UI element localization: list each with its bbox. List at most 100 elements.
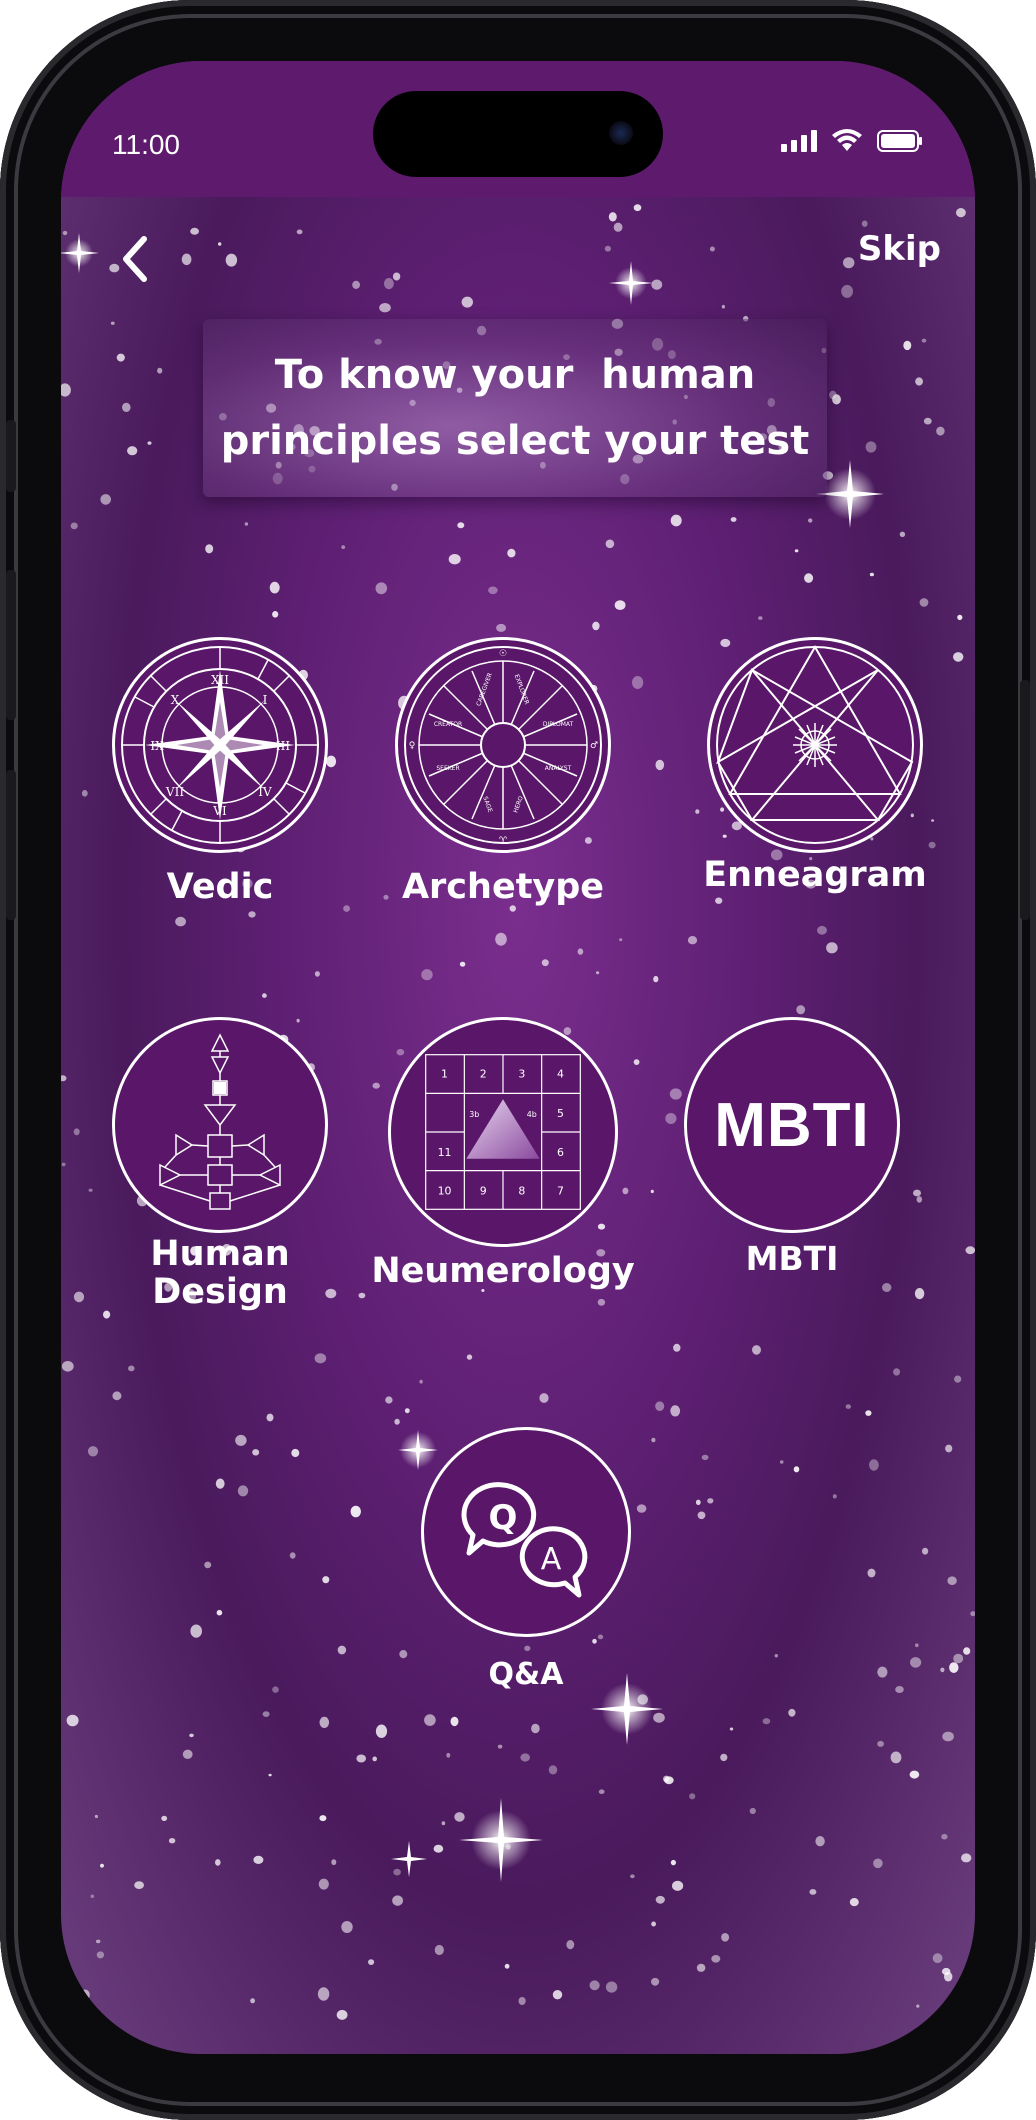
star-dot xyxy=(552,1990,563,2000)
star-dot xyxy=(953,1653,964,1664)
star-dot xyxy=(496,623,507,632)
grid-number: 4b xyxy=(527,1110,537,1119)
star-dot xyxy=(843,257,855,269)
skip-button[interactable]: Skip xyxy=(858,229,941,269)
test-option-mbti[interactable]: MBTI MBTI xyxy=(682,1017,902,1279)
star-dot xyxy=(112,1391,122,1401)
grid-number: 2 xyxy=(480,1067,487,1080)
status-icons xyxy=(781,129,923,153)
star-dot xyxy=(457,522,465,529)
back-button[interactable] xyxy=(105,229,165,289)
star-dot xyxy=(225,253,238,267)
star-dot xyxy=(289,1552,296,1559)
star-dot xyxy=(383,894,389,900)
star-dot xyxy=(913,1189,921,1197)
star-dot xyxy=(809,1889,817,1895)
star-dot xyxy=(826,942,838,954)
grid-number: 3b xyxy=(469,1110,479,1119)
grid-number: 11 xyxy=(438,1146,452,1159)
star-dot xyxy=(80,1989,90,2001)
star-dot xyxy=(566,1940,575,1950)
human-design-label-line-1: Human xyxy=(150,1234,290,1274)
star-dot xyxy=(399,1650,408,1659)
star-dot xyxy=(322,1576,330,1584)
svg-text:SAGE: SAGE xyxy=(481,796,493,814)
star-dot xyxy=(352,280,360,289)
star-dot xyxy=(291,1448,300,1458)
star-dot xyxy=(695,1499,701,1506)
star-dot xyxy=(697,1511,706,1520)
star-dot xyxy=(749,1807,756,1815)
star-dot xyxy=(788,1708,796,1717)
star-dot xyxy=(61,1162,66,1167)
star-dot xyxy=(182,1749,193,1760)
svg-text:♈: ♈ xyxy=(499,836,508,846)
star-dot xyxy=(424,1714,436,1726)
star-dot xyxy=(520,1753,530,1762)
svg-text:I: I xyxy=(263,693,268,707)
star-dot xyxy=(715,897,723,904)
star-dot xyxy=(940,1667,945,1673)
test-option-human-design[interactable]: Human Design xyxy=(110,1017,330,1311)
svg-text:IV: IV xyxy=(258,785,272,799)
star-dot xyxy=(721,1933,730,1942)
star-dot xyxy=(669,1088,682,1100)
star-dot xyxy=(921,338,927,343)
star-dot xyxy=(392,1895,403,1906)
star-dot xyxy=(337,1645,347,1655)
test-option-enneagram[interactable]: Enneagram xyxy=(703,637,927,895)
star-dot xyxy=(272,611,279,618)
qa-letter-q: Q xyxy=(489,1498,518,1538)
star-dot xyxy=(650,1189,654,1194)
star-dot xyxy=(877,1740,884,1747)
numerology-grid-icon: 1 2 3 4 3b 4b 5 11 6 10 9 8 7 xyxy=(425,1054,581,1210)
star-dot xyxy=(721,304,726,309)
star-dot xyxy=(614,600,626,610)
star-dot xyxy=(358,1292,366,1299)
banner-line-1: To know your human xyxy=(274,352,756,398)
archetype-circle: CAREGIVER EXPLORER DIPLOMAT ANALYST CREA… xyxy=(395,637,611,853)
star-dot xyxy=(923,417,932,425)
star-dot xyxy=(215,1478,225,1489)
test-option-archetype[interactable]: CAREGIVER EXPLORER DIPLOMAT ANALYST CREA… xyxy=(393,637,613,907)
test-option-neumerology[interactable]: 1 2 3 4 3b 4b 5 11 6 10 9 8 7 Neumerolog… xyxy=(371,1017,635,1291)
star-dot xyxy=(466,1354,473,1360)
mbti-label: MBTI xyxy=(745,1239,839,1278)
star-dot xyxy=(832,1494,837,1499)
star-dot xyxy=(539,1393,549,1403)
star-dot xyxy=(343,905,350,912)
star-dot xyxy=(161,1815,168,1821)
star-dot xyxy=(605,1981,618,1993)
star-dot xyxy=(189,1733,194,1738)
star-dot xyxy=(953,652,964,662)
star-dot xyxy=(633,1059,640,1065)
star-dot xyxy=(61,383,71,397)
star-dot xyxy=(592,621,600,631)
star-dot xyxy=(936,426,945,436)
star-dot xyxy=(385,1396,393,1404)
enneagram-circle xyxy=(707,637,923,853)
star-dot xyxy=(190,227,200,235)
star-dot xyxy=(931,819,935,822)
star-dot xyxy=(598,1789,605,1794)
star-dot xyxy=(168,1838,176,1844)
star-dot xyxy=(608,212,617,222)
star-dot xyxy=(157,367,163,374)
star-dot xyxy=(796,1005,806,1015)
star-dot xyxy=(90,1894,95,1899)
star-dot xyxy=(711,1955,721,1963)
star-dot xyxy=(655,1895,665,1904)
star-dot xyxy=(331,1859,337,1866)
star-dot xyxy=(100,1863,104,1868)
star-dot xyxy=(689,1793,696,1800)
star-dot xyxy=(882,1283,892,1292)
star-dot xyxy=(729,1727,734,1731)
test-option-qa[interactable]: Q A Q&A xyxy=(416,1427,636,1695)
star-dot xyxy=(235,1434,247,1446)
volume-up-button xyxy=(6,570,16,720)
star-dot xyxy=(651,279,663,290)
star-dot xyxy=(909,1770,920,1779)
star-dot xyxy=(268,1773,272,1777)
test-option-vedic[interactable]: XIIIIII IVVIVII IXX Vedic xyxy=(110,637,330,907)
star-dot xyxy=(655,1401,665,1411)
